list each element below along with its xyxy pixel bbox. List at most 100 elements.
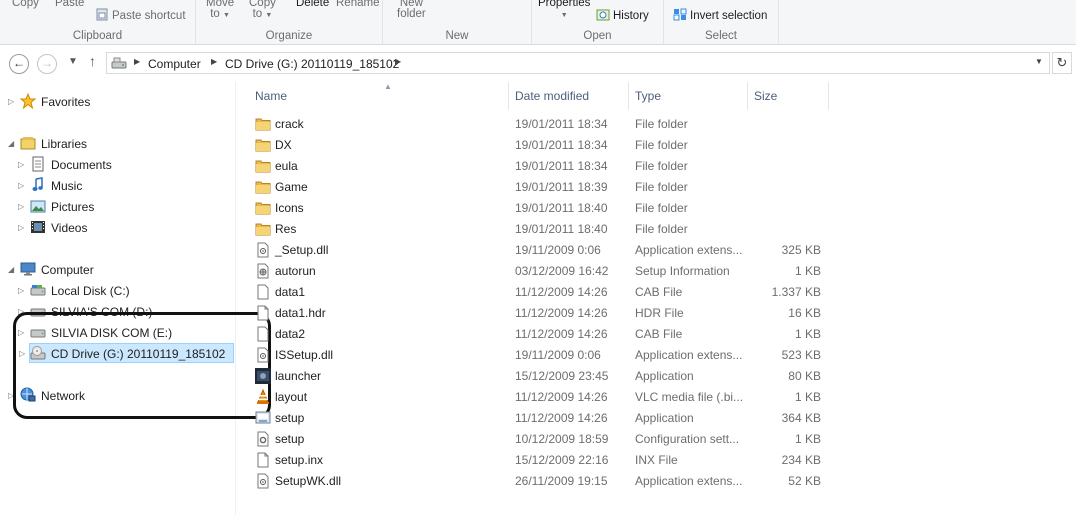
paste-button[interactable]: Paste — [55, 0, 84, 9]
breadcrumb-cd-drive[interactable]: CD Drive (G:) 20110119_185102 — [225, 57, 399, 71]
nav-silvias-com-d[interactable]: ▷ SILVIA'S COM (D:) — [18, 302, 152, 322]
file-row[interactable]: SetupWK.dll 26/11/2009 19:15 Application e… — [251, 471, 831, 492]
column-header-type[interactable]: Type — [627, 82, 748, 110]
nav-cd-drive-g[interactable]: ▷ CD Drive (G:) 20110119_185102 — [19, 343, 234, 363]
file-row[interactable]: Icons 19/01/2011 18:40 File folder — [251, 198, 831, 219]
file-name: data1 — [275, 285, 306, 299]
folder-icon — [255, 221, 271, 237]
file-row[interactable]: data1 11/12/2009 14:26 CAB File 1.337 KB — [251, 282, 831, 303]
expand-icon[interactable]: ▷ — [18, 302, 24, 322]
file-size — [751, 177, 821, 198]
nav-cd-drive-g-label: CD Drive (G:) 20110119_185102 — [51, 347, 226, 361]
forward-button[interactable]: → — [37, 54, 57, 74]
column-header-size[interactable]: Size — [746, 82, 829, 110]
nav-videos-label: Videos — [51, 221, 88, 235]
file-size: 1.337 KB — [771, 285, 821, 299]
nav-documents[interactable]: ▷ Documents — [18, 155, 112, 175]
file-name: DX — [275, 138, 292, 152]
collapse-icon[interactable]: ◢ — [8, 260, 14, 280]
file-row[interactable]: Res 19/01/2011 18:40 File folder — [251, 219, 831, 240]
file-size: 1 KB — [794, 264, 821, 278]
star-icon — [20, 93, 36, 109]
expand-icon[interactable]: ▷ — [18, 176, 24, 196]
expand-icon[interactable]: ▷ — [18, 197, 24, 217]
invert-selection-button[interactable]: Invert selection — [673, 8, 767, 22]
file-type: Configuration sett... — [635, 432, 740, 446]
file-row[interactable]: autorun 03/12/2009 16:42 Setup Information… — [251, 261, 831, 282]
open-group-label: Open — [583, 30, 612, 42]
recent-locations-button[interactable]: ▼ — [68, 56, 78, 67]
refresh-button[interactable]: ↻ — [1052, 52, 1072, 74]
collapse-icon[interactable]: ◢ — [8, 134, 14, 154]
new-folder-button[interactable]: New folder — [397, 0, 426, 20]
file-row[interactable]: launcher 15/12/2009 23:45 Application 80 KB — [251, 366, 831, 387]
column-header-name[interactable]: ▲ Name — [247, 82, 509, 110]
folder-icon — [255, 137, 271, 153]
address-input[interactable]: ▶ Computer ▶ CD Drive (G:) 20110119_1851… — [106, 52, 1050, 74]
file-type: CAB File — [635, 285, 683, 299]
ribbon: Copy Paste Paste shortcut Clipboard Move… — [0, 0, 1076, 45]
nav-videos[interactable]: ▷ Videos — [18, 218, 88, 238]
history-button[interactable]: History — [596, 8, 649, 22]
column-header-date-modified[interactable]: Date modified — [507, 82, 629, 110]
file-date-modified: 19/01/2011 18:39 — [515, 180, 608, 194]
nav-music[interactable]: ▷ Music — [18, 176, 82, 196]
file-row[interactable]: data1.hdr 11/12/2009 14:26 HDR File 16 KB — [251, 303, 831, 324]
move-to-button[interactable]: Move to ▼ — [206, 0, 234, 21]
address-dropdown-icon[interactable]: ▼ — [1035, 57, 1043, 66]
file-name: setup.inx — [275, 453, 324, 467]
rename-button[interactable]: Rename — [336, 0, 379, 9]
file-row[interactable]: DX 19/01/2011 18:34 File folder — [251, 135, 831, 156]
back-button[interactable]: ← — [9, 54, 29, 74]
config-file-icon — [255, 431, 271, 447]
file-row[interactable]: Game 19/01/2011 18:39 File folder — [251, 177, 831, 198]
chevron-down-icon: ▼ — [222, 12, 230, 19]
properties-label: Properties — [538, 0, 591, 9]
file-type: CAB File — [635, 327, 683, 341]
breadcrumb-computer[interactable]: Computer — [148, 57, 201, 71]
expand-icon[interactable]: ▷ — [8, 92, 14, 112]
delete-button[interactable]: Delete — [296, 0, 329, 9]
file-row[interactable]: layout 11/12/2009 14:26 VLC media file (.b… — [251, 387, 831, 408]
paste-shortcut-button[interactable]: Paste shortcut — [95, 8, 186, 22]
expand-icon[interactable]: ▷ — [8, 386, 14, 406]
file-name: Game — [275, 180, 308, 194]
file-date-modified: 11/12/2009 14:26 — [515, 390, 608, 404]
file-size: 1 KB — [794, 390, 821, 404]
file-name: layout — [275, 390, 308, 404]
expand-icon[interactable]: ▷ — [18, 281, 24, 301]
nav-favorites-label: Favorites — [41, 95, 91, 109]
file-row[interactable]: data2 11/12/2009 14:26 CAB File 1 KB — [251, 324, 831, 345]
file-row[interactable]: crack 19/01/2011 18:34 File folder — [251, 114, 831, 135]
folder-icon — [255, 179, 271, 195]
up-button[interactable]: ↑ — [89, 53, 96, 69]
nav-favorites[interactable]: ▷ Favorites — [8, 92, 91, 112]
file-row[interactable]: setup 10/12/2009 18:59 Configuration sett.… — [251, 429, 831, 450]
nav-libraries[interactable]: ◢ Libraries — [8, 134, 87, 154]
properties-button[interactable]: Properties ▼ — [538, 0, 590, 21]
nav-computer-label: Computer — [41, 263, 94, 277]
copy-button[interactable]: Copy — [12, 0, 39, 9]
expand-icon[interactable]: ▷ — [18, 218, 24, 238]
expand-icon[interactable]: ▷ — [18, 155, 24, 175]
file-row[interactable]: eula 19/01/2011 18:34 File folder — [251, 156, 831, 177]
nav-pictures[interactable]: ▷ Pictures — [18, 197, 94, 217]
file-row[interactable]: setup 11/12/2009 14:26 Application 364 KB — [251, 408, 831, 429]
file-row[interactable]: _Setup.dll 19/11/2009 0:06 Application ext… — [251, 240, 831, 261]
file-size — [751, 135, 821, 156]
expand-icon[interactable]: ▷ — [19, 344, 25, 364]
file-row[interactable]: setup.inx 15/12/2009 22:16 INX File 234 KB — [251, 450, 831, 471]
file-row[interactable]: ISSetup.dll 19/11/2009 0:06 Application ex… — [251, 345, 831, 366]
chevron-down-icon: ▼ — [265, 12, 273, 19]
copy-to-button[interactable]: Copy to ▼ — [249, 0, 276, 21]
nav-network[interactable]: ▷ Network — [8, 386, 85, 406]
navigation-pane: ▷ Favorites ◢ Libraries ▷ Documents ▷ Mu… — [0, 82, 236, 515]
file-type: HDR File — [635, 306, 684, 320]
file-date-modified: 11/12/2009 14:26 — [515, 411, 608, 425]
expand-icon[interactable]: ▷ — [18, 323, 24, 343]
file-date-modified: 19/01/2011 18:34 — [515, 138, 608, 152]
nav-local-disk-c[interactable]: ▷ Local Disk (C:) — [18, 281, 130, 301]
nav-silvia-disk-com-e[interactable]: ▷ SILVIA DISK COM (E:) — [18, 323, 172, 343]
file-name: autorun — [275, 264, 316, 278]
nav-computer[interactable]: ◢ Computer — [8, 260, 94, 280]
